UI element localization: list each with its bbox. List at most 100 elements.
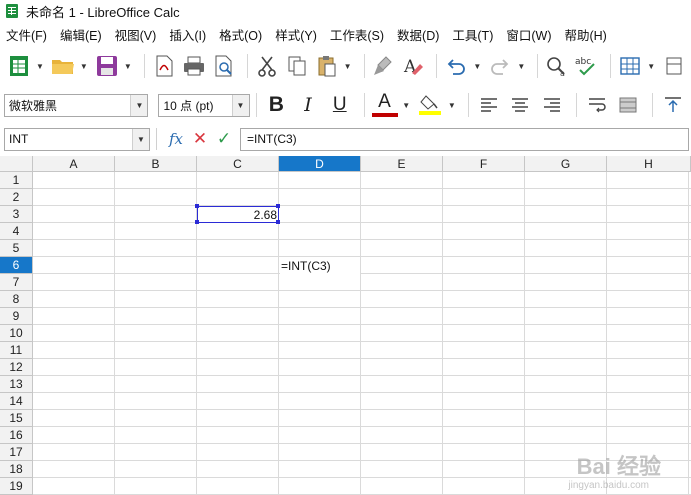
align-top-icon[interactable] xyxy=(659,92,687,118)
menu-view[interactable]: 视图(V) xyxy=(115,25,157,44)
row-header[interactable]: 11 xyxy=(0,342,33,359)
new-spreadsheet-icon[interactable] xyxy=(6,53,32,79)
column-header-b[interactable]: B xyxy=(115,156,197,172)
toolbar-separator xyxy=(255,93,257,117)
font-color-swatch xyxy=(371,113,398,117)
borders-dropdown-icon[interactable]: ▼ xyxy=(647,53,655,79)
select-all-corner[interactable] xyxy=(0,156,33,172)
column-header-e[interactable]: E xyxy=(361,156,443,172)
cell-c3[interactable]: 2.68 xyxy=(199,206,277,223)
menu-styles[interactable]: 样式(Y) xyxy=(275,25,317,44)
row-header[interactable]: 10 xyxy=(0,325,33,342)
chevron-down-icon[interactable]: ▼ xyxy=(130,94,148,116)
toolbar-separator xyxy=(246,54,248,78)
menu-help[interactable]: 帮助(H) xyxy=(564,25,606,44)
font-name-value: 微软雅黑 xyxy=(9,98,58,113)
column-header-d[interactable]: D xyxy=(279,156,361,172)
row-header[interactable]: 1 xyxy=(0,172,33,189)
font-size-combobox[interactable]: 10 点 (pt) ▼ xyxy=(158,93,250,117)
column-header-a[interactable]: A xyxy=(33,156,115,172)
row-header[interactable]: 17 xyxy=(0,444,33,461)
window-title: 未命名 1 - LibreOffice Calc xyxy=(26,4,180,20)
save-icon[interactable] xyxy=(94,53,120,79)
highlight-dropdown-icon[interactable]: ▼ xyxy=(448,101,456,110)
open-dropdown-icon[interactable]: ▼ xyxy=(80,53,88,79)
chevron-down-icon[interactable]: ▼ xyxy=(132,128,149,150)
cancel-icon[interactable]: ✕ xyxy=(189,128,211,150)
clone-formatting-icon[interactable] xyxy=(371,53,397,79)
menu-insert[interactable]: 插入(I) xyxy=(169,25,206,44)
copy-icon[interactable] xyxy=(284,53,310,79)
underline-button[interactable]: U xyxy=(326,92,354,118)
column-header-f[interactable]: F xyxy=(443,156,525,172)
cell-area[interactable] xyxy=(33,172,691,495)
menu-file[interactable]: 文件(F) xyxy=(6,25,47,44)
menu-bar: 文件(F) 编辑(E) 视图(V) 插入(I) 格式(O) 样式(Y) 工作表(… xyxy=(0,22,691,46)
row-header[interactable]: 5 xyxy=(0,240,33,257)
function-wizard-icon[interactable]: fx xyxy=(165,128,187,150)
chevron-down-icon[interactable]: ▼ xyxy=(231,94,249,116)
clear-formatting-icon[interactable]: A xyxy=(400,53,426,79)
row-header[interactable]: 15 xyxy=(0,410,33,427)
undo-icon[interactable] xyxy=(443,53,469,79)
align-left-icon[interactable] xyxy=(475,92,503,118)
italic-button[interactable]: I xyxy=(294,92,322,118)
column-icon[interactable] xyxy=(661,53,687,79)
menu-data[interactable]: 数据(D) xyxy=(397,25,439,44)
column-header-h[interactable]: H xyxy=(607,156,691,172)
row-header[interactable]: 16 xyxy=(0,427,33,444)
borders-icon[interactable] xyxy=(617,53,643,79)
font-name-combobox[interactable]: 微软雅黑 ▼ xyxy=(4,93,149,117)
merge-cells-icon[interactable] xyxy=(615,92,643,118)
cut-icon[interactable] xyxy=(254,53,280,79)
accept-icon[interactable]: ✓ xyxy=(213,128,235,150)
print-icon[interactable] xyxy=(181,53,207,79)
formula-input[interactable]: =INT(C3) xyxy=(240,127,689,151)
export-pdf-icon[interactable] xyxy=(151,53,177,79)
formula-actions: fx ✕ ✓ xyxy=(156,128,240,150)
row-header[interactable]: 2 xyxy=(0,189,33,206)
name-box[interactable]: INT ▼ xyxy=(4,127,150,151)
menu-edit[interactable]: 编辑(E) xyxy=(60,25,102,44)
print-preview-icon[interactable] xyxy=(211,53,237,79)
highlight-color-button[interactable] xyxy=(416,92,444,118)
new-dropdown-icon[interactable]: ▼ xyxy=(36,53,44,79)
undo-dropdown-icon[interactable]: ▼ xyxy=(473,53,481,79)
cell-d6-editing[interactable]: =INT(C3) xyxy=(280,257,360,274)
menu-tools[interactable]: 工具(T) xyxy=(452,25,493,44)
font-color-button[interactable]: A xyxy=(371,92,399,118)
standard-toolbar: ▼ ▼ ▼ ▼ A ▼ ▼ a abc ▼ xyxy=(0,46,691,86)
svg-text:a: a xyxy=(560,69,565,77)
menu-window[interactable]: 窗口(W) xyxy=(506,25,551,44)
align-right-icon[interactable] xyxy=(538,92,566,118)
row-header[interactable]: 8 xyxy=(0,291,33,308)
paste-dropdown-icon[interactable]: ▼ xyxy=(344,53,352,79)
redo-icon[interactable] xyxy=(487,53,513,79)
row-header[interactable]: 3 xyxy=(0,206,33,223)
open-folder-icon[interactable] xyxy=(50,53,76,79)
svg-text:abc: abc xyxy=(575,57,591,67)
row-header[interactable]: 18 xyxy=(0,461,33,478)
column-header-c[interactable]: C xyxy=(197,156,279,172)
redo-dropdown-icon[interactable]: ▼ xyxy=(517,53,525,79)
row-header[interactable]: 4 xyxy=(0,223,33,240)
save-dropdown-icon[interactable]: ▼ xyxy=(124,53,132,79)
row-header-active[interactable]: 6 xyxy=(0,257,33,274)
row-header[interactable]: 12 xyxy=(0,359,33,376)
row-header[interactable]: 9 xyxy=(0,308,33,325)
row-header[interactable]: 7 xyxy=(0,274,33,291)
align-center-icon[interactable] xyxy=(507,92,535,118)
wrap-text-icon[interactable] xyxy=(583,92,611,118)
row-header[interactable]: 14 xyxy=(0,393,33,410)
paste-icon[interactable] xyxy=(314,53,340,79)
row-header[interactable]: 19 xyxy=(0,478,33,495)
spreadsheet-grid: A B C D E F G H 1 2 3 4 5 6 7 8 9 10 11 … xyxy=(0,156,691,495)
font-color-dropdown-icon[interactable]: ▼ xyxy=(402,101,410,110)
spellcheck-icon[interactable]: abc xyxy=(574,53,600,79)
menu-format[interactable]: 格式(O) xyxy=(219,25,262,44)
bold-button[interactable]: B xyxy=(263,92,291,118)
row-header[interactable]: 13 xyxy=(0,376,33,393)
menu-sheet[interactable]: 工作表(S) xyxy=(330,25,384,44)
find-replace-icon[interactable]: a xyxy=(544,53,570,79)
column-header-g[interactable]: G xyxy=(525,156,607,172)
